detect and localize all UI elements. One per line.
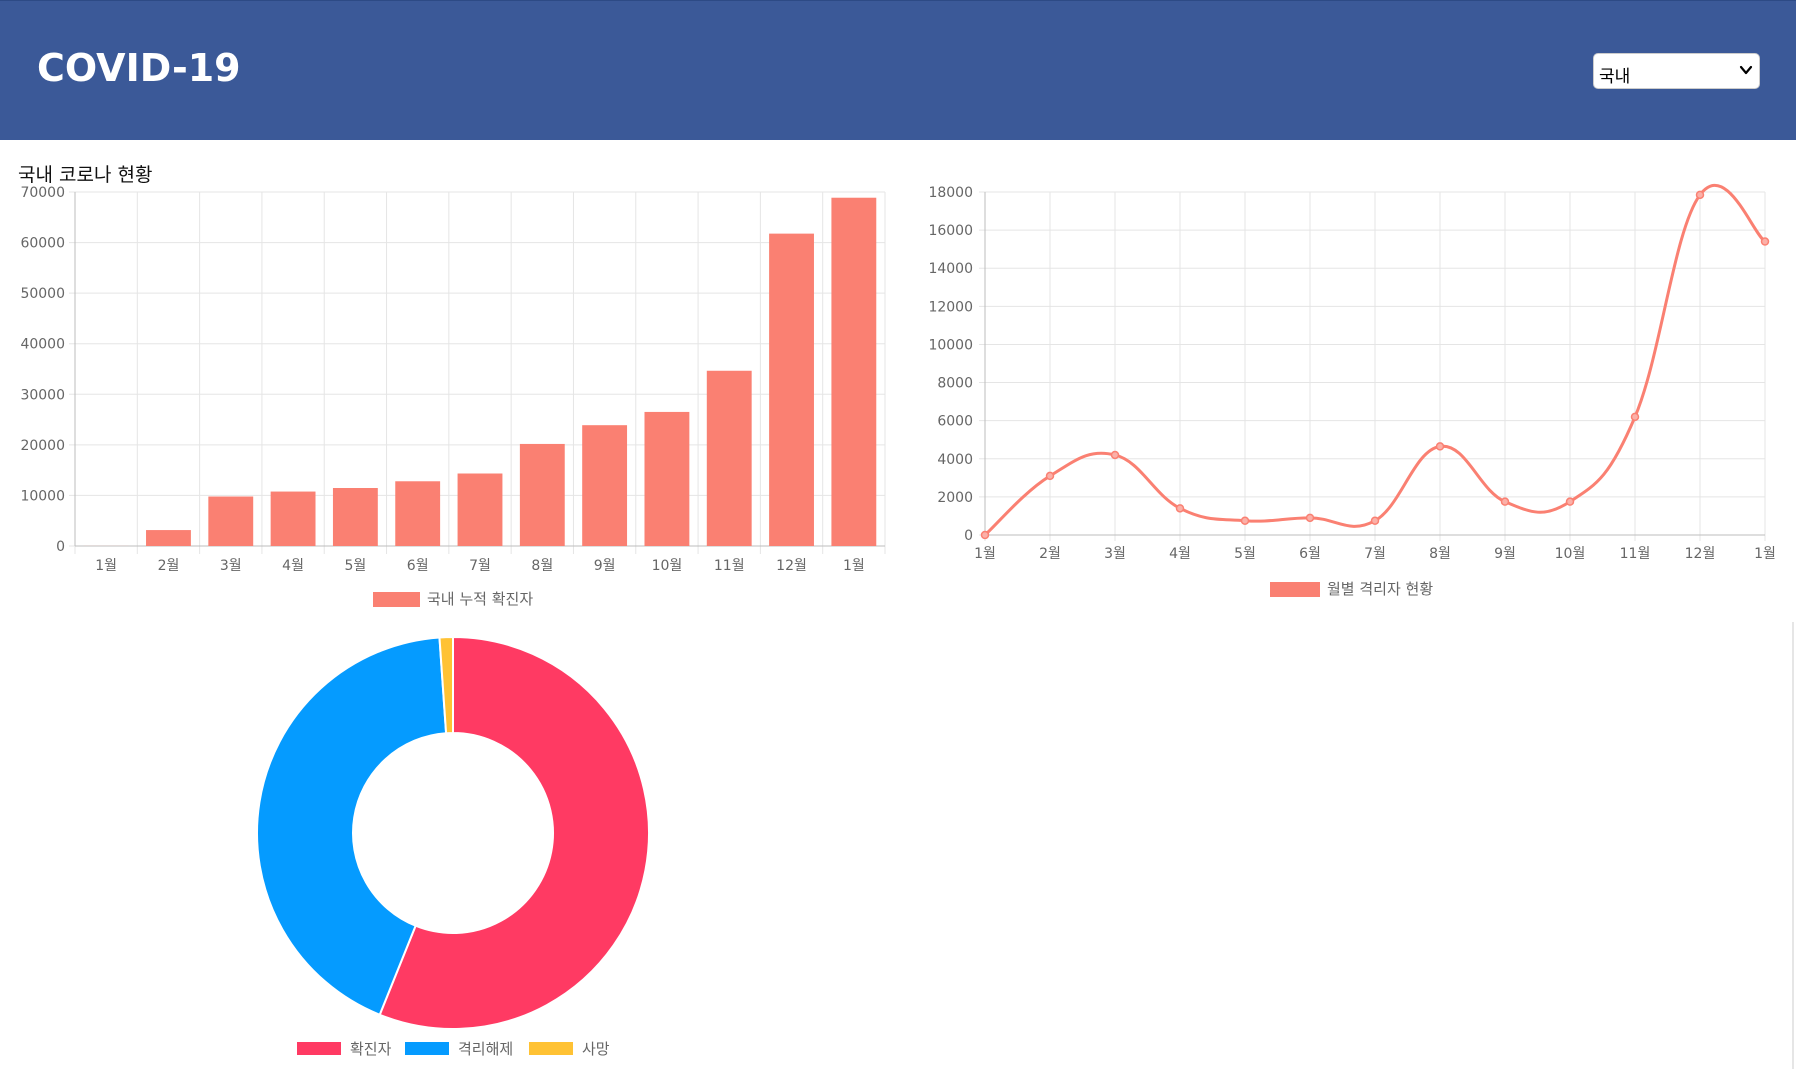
line-point[interactable] (1240, 516, 1250, 525)
bar-x-tick-label: 5월 (344, 558, 366, 574)
line-y-tick-label: 10000 (928, 337, 973, 353)
line-point[interactable] (1695, 190, 1705, 200)
bar-x-tick-label: 10월 (652, 558, 683, 574)
line-legend-label: 월별 격리자 현황 (1327, 580, 1433, 598)
bar-x-tick-label: 1월 (95, 558, 117, 574)
doughnut-legend-label: 사망 (582, 1040, 610, 1058)
line-x-tick-label: 1월 (1754, 546, 1776, 562)
bar-legend-swatch (373, 592, 420, 607)
bar-mark[interactable] (644, 411, 690, 546)
bar-y-tick-label: 50000 (20, 286, 65, 302)
bar-mark[interactable] (208, 496, 254, 546)
bar-y-tick-label: 40000 (20, 337, 65, 353)
bar-x-tick-label: 12월 (776, 558, 807, 574)
line-point[interactable] (1565, 497, 1575, 506)
line-x-tick-label: 8월 (1429, 546, 1451, 562)
bar-mark[interactable] (395, 481, 441, 546)
bar-x-tick-label: 2월 (158, 558, 180, 574)
line-point[interactable] (1500, 497, 1510, 506)
page-divider (1792, 622, 1794, 1069)
doughnut-legend-label: 확진자 (350, 1040, 392, 1058)
line-x-tick-label: 3월 (1104, 546, 1126, 562)
bar-mark[interactable] (270, 491, 316, 546)
line-point[interactable] (1760, 237, 1770, 246)
line-y-tick-label: 0 (964, 528, 973, 544)
line-y-tick-label: 14000 (928, 261, 973, 277)
doughnut-legend-swatch (297, 1042, 341, 1055)
line-x-tick-label: 10월 (1555, 546, 1586, 562)
line-x-tick-label: 6월 (1299, 546, 1321, 562)
bar-mark[interactable] (769, 233, 814, 546)
line-x-tick-label: 12월 (1685, 546, 1716, 562)
line-point[interactable] (1110, 450, 1120, 460)
bar-mark[interactable] (831, 197, 877, 546)
line-y-tick-label: 16000 (928, 223, 973, 239)
bar-y-tick-label: 20000 (20, 438, 65, 454)
charts-canvas: 0100002000030000400005000060000700001월 2월… (20, 183, 1776, 1058)
line-x-tick-label: 7월 (1364, 546, 1386, 562)
bar-y-tick-label: 10000 (20, 488, 65, 504)
line-point[interactable] (1370, 516, 1380, 525)
doughnut-legend-label: 격리해제 (458, 1040, 513, 1058)
bar-x-tick-label: 4월 (282, 558, 304, 574)
line-point[interactable] (1305, 513, 1315, 523)
bar-y-tick-label: 0 (56, 539, 65, 555)
line-x-tick-label: 2월 (1039, 546, 1061, 562)
line-y-tick-label: 8000 (937, 376, 973, 392)
doughnut-legend-swatch (405, 1042, 449, 1055)
line-x-tick-label: 11월 (1620, 546, 1651, 562)
doughnut-legend-swatch (529, 1042, 573, 1055)
line-point[interactable] (1630, 412, 1640, 422)
bar-x-tick-label: 11월 (714, 558, 745, 574)
line-point[interactable] (1435, 442, 1445, 451)
line-point[interactable] (1175, 504, 1185, 513)
bar-mark[interactable] (582, 425, 628, 546)
line-point[interactable] (1045, 471, 1055, 481)
bar-x-tick-label: 1월 (843, 558, 865, 574)
bar-mark[interactable] (332, 488, 378, 546)
bar-x-tick-label: 9월 (594, 558, 616, 574)
line-y-tick-label: 4000 (937, 452, 973, 468)
bar-y-tick-label: 70000 (20, 185, 65, 201)
line-x-tick-label: 1월 (974, 546, 996, 562)
line-x-tick-label: 9월 (1494, 546, 1516, 562)
line-point[interactable] (980, 530, 990, 540)
line-y-tick-label: 12000 (928, 299, 973, 315)
bar-x-tick-label: 8월 (531, 558, 553, 574)
line-x-tick-label: 5월 (1234, 546, 1256, 562)
bar-x-tick-label: 3월 (220, 558, 242, 574)
bar-x-tick-label: 6월 (407, 558, 429, 574)
bar-mark[interactable] (457, 473, 503, 546)
line-y-tick-label: 6000 (937, 414, 973, 430)
bar-y-tick-label: 30000 (20, 387, 65, 403)
bar-y-tick-label: 60000 (20, 236, 65, 252)
bar-legend-label: 국내 누적 확진자 (427, 590, 533, 608)
line-y-tick-label: 18000 (928, 185, 973, 201)
line-x-tick-label: 4월 (1169, 546, 1191, 562)
line-y-tick-label: 2000 (937, 490, 973, 506)
bar-x-tick-label: 7월 (469, 558, 491, 574)
bar-mark[interactable] (146, 530, 191, 546)
bar-mark[interactable] (519, 443, 565, 546)
bar-mark[interactable] (706, 370, 752, 546)
line-legend-swatch (1270, 582, 1320, 597)
